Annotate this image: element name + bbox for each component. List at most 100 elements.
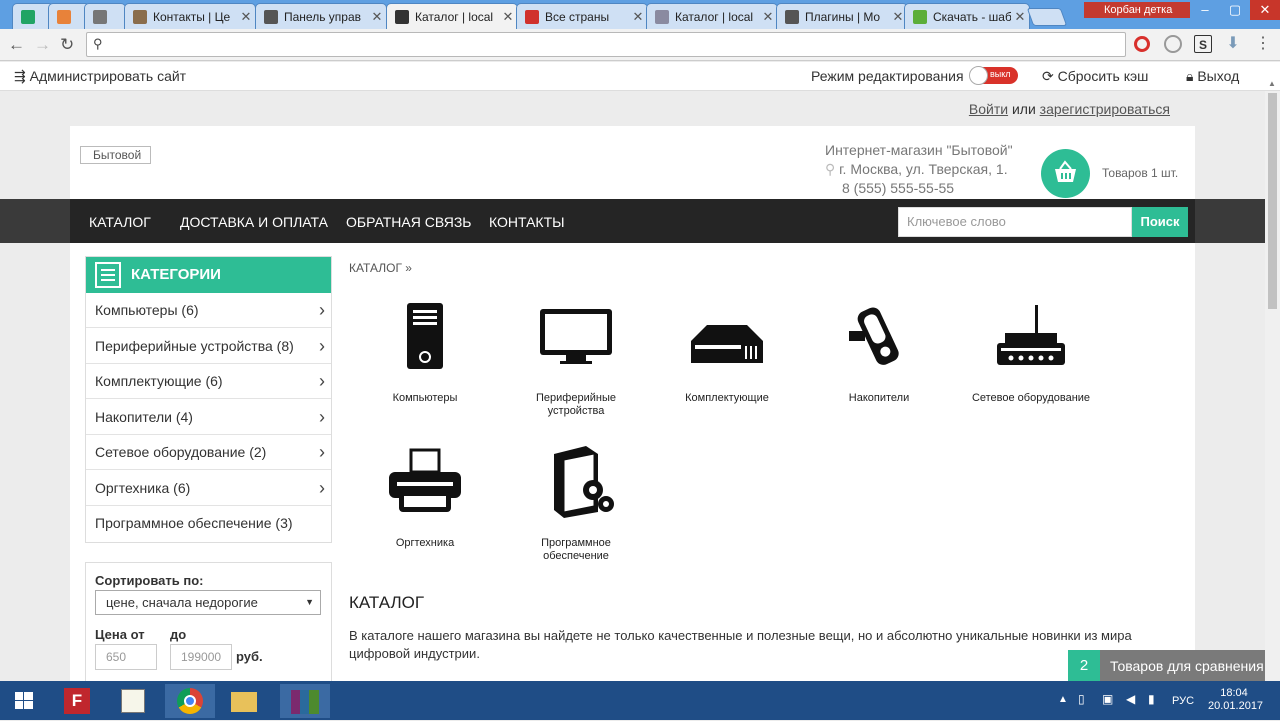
category-network[interactable]: Сетевое оборудование (2) › [86, 435, 331, 470]
clock[interactable]: 18:04 20.01.2017 [1208, 687, 1263, 713]
maximize-button[interactable]: ▢ [1220, 0, 1250, 20]
catalog-tile-peripherals[interactable]: Периферийные устройства [516, 293, 636, 418]
chrome-icon[interactable] [165, 684, 215, 718]
close-window-button[interactable]: ✕ [1250, 0, 1280, 20]
scrollbar-thumb[interactable] [1268, 93, 1277, 309]
catalog-tile-computers[interactable]: Компьютеры [365, 293, 485, 405]
price-to-input[interactable]: 199000 [170, 644, 232, 670]
pdf-icon [525, 9, 539, 24]
shop-address: г. Москва, ул. Тверская, 1. [839, 161, 1008, 177]
forward-icon[interactable]: → [34, 35, 51, 55]
s-extension-icon[interactable]: S [1194, 35, 1212, 53]
page-scrollbar[interactable]: ▲ [1265, 79, 1280, 681]
language-indicator[interactable]: РУС [1172, 695, 1194, 707]
scroll-up-icon[interactable]: ▲ [1268, 79, 1276, 88]
computer-tower-icon [407, 303, 443, 369]
chevron-right-icon: › [319, 442, 325, 462]
nav-delivery[interactable]: ДОСТАВКА И ОПЛАТА [180, 214, 328, 230]
tab-plugins[interactable]: Плагины | Mo ✕ [776, 3, 908, 29]
page-icon [133, 9, 147, 24]
tab-contacts[interactable]: Контакты | Це ✕ [124, 3, 256, 29]
catalog-tile-office[interactable]: Оргтехника [365, 438, 485, 550]
network-icon[interactable]: ▮ [1148, 692, 1155, 706]
new-tab-button[interactable] [1026, 8, 1068, 26]
elephant-icon [264, 9, 278, 24]
catalog-tile-software[interactable]: Программное обеспечение [516, 438, 636, 563]
address-bar[interactable]: ⚲ [86, 32, 1126, 57]
tab-catalog-active[interactable]: Каталог | local ✕ [386, 3, 518, 29]
clear-cache-button[interactable]: ⟳ Сбросить кэш [1042, 68, 1148, 85]
nav-contacts[interactable]: КОНТАКТЫ [489, 214, 565, 230]
price-from-label: Цена от [95, 627, 145, 642]
cat-icon [655, 9, 669, 24]
category-peripherals[interactable]: Периферийные устройства (8) › [86, 329, 331, 364]
logout-button[interactable]: 🔒︎ Выход [1186, 68, 1239, 85]
close-icon[interactable]: ✕ [1011, 9, 1029, 25]
explorer-folder-icon[interactable] [220, 684, 270, 718]
category-components[interactable]: Комплектующие (6) › [86, 364, 331, 399]
winrar-icon[interactable] [280, 684, 330, 718]
compare-panel[interactable]: 2 Товаров для сравнения [1068, 650, 1265, 682]
shop-phone: 8 (555) 555-55-55 [842, 180, 955, 196]
close-icon[interactable]: ✕ [629, 9, 647, 25]
menu-icon[interactable]: ⋮ [1254, 35, 1272, 53]
tab-panel[interactable]: Панель управ ✕ [255, 3, 387, 29]
tray-app-icon[interactable]: ▣ [1102, 692, 1113, 706]
close-icon[interactable]: ✕ [368, 9, 386, 25]
filezilla-icon[interactable]: F [55, 684, 105, 718]
shop-info: Интернет-магазин "Бытовой" ⚲ г. Москва, … [825, 141, 1013, 198]
categories-header: КАТЕГОРИИ [86, 257, 331, 293]
category-office[interactable]: Оргтехника (6) › [86, 471, 331, 506]
category-software[interactable]: Программное обеспечение (3) [86, 506, 331, 541]
login-link[interactable]: Войти [969, 101, 1008, 117]
download-icon[interactable]: ⬇ [1224, 35, 1242, 53]
catalog-tile-network[interactable]: Сетевое оборудование [971, 293, 1091, 405]
windows-start-icon[interactable] [0, 684, 48, 718]
nav-catalog[interactable]: КАТАЛОГ [89, 214, 151, 230]
edit-mode-label: Режим редактирования [811, 68, 964, 84]
tab-catalog-2[interactable]: Каталог | local ✕ [646, 3, 778, 29]
tab-sync[interactable] [84, 3, 126, 29]
caret-down-icon: ▼ [305, 597, 314, 607]
sync-icon [93, 9, 107, 24]
edit-mode-toggle[interactable]: выкл [969, 66, 1018, 85]
sort-select[interactable]: цене, сначала недорогие ▼ [95, 590, 321, 615]
breadcrumb[interactable]: КАТАЛОГ » [349, 261, 412, 275]
nav-feedback[interactable]: ОБРАТНАЯ СВЯЗЬ [346, 214, 471, 230]
battery-icon[interactable]: ▯ [1078, 692, 1085, 706]
category-computers[interactable]: Компьютеры (6) › [86, 293, 331, 328]
reload-icon[interactable]: ↻ [60, 35, 74, 55]
register-link[interactable]: зарегистрироваться [1040, 101, 1170, 117]
tray-expand-icon[interactable]: ▲ [1058, 694, 1068, 705]
admin-site-link[interactable]: ⇶ Администрировать сайт [14, 68, 186, 85]
cart-button[interactable] [1041, 149, 1090, 198]
category-storage[interactable]: Накопители (4) › [86, 400, 331, 435]
compare-count: 2 [1068, 650, 1100, 682]
elephant-icon [785, 9, 799, 24]
back-icon[interactable]: ← [8, 35, 25, 55]
minimize-button[interactable]: – [1190, 0, 1220, 20]
search-input[interactable]: Ключевое слово [898, 207, 1132, 237]
browser-toolbar: ← → ↻ ⚲ S ⬇ ⋮ [0, 29, 1280, 61]
tab-download[interactable]: Скачать - шаб ✕ [904, 3, 1030, 29]
record-icon[interactable] [1164, 35, 1182, 53]
price-from-input[interactable]: 650 [95, 644, 157, 670]
close-icon[interactable]: ✕ [237, 9, 255, 25]
tab-countries[interactable]: Все страны ✕ [516, 3, 648, 29]
catalog-description: В каталоге нашего магазина вы найдете не… [349, 628, 1132, 661]
profile-button[interactable]: Корбан детка [1084, 2, 1190, 18]
site-header: Бытовой Интернет-магазин "Бытовой" ⚲ г. … [70, 126, 1195, 199]
main-nav-inner: КАТАЛОГ ДОСТАВКА И ОПЛАТА ОБРАТНАЯ СВЯЗЬ… [70, 199, 1195, 243]
close-icon[interactable]: ✕ [499, 9, 517, 25]
usb-flash-icon [849, 307, 899, 365]
shop-name: Интернет-магазин "Бытовой" [825, 142, 1013, 158]
volume-icon[interactable]: ◀ [1126, 692, 1135, 706]
chevron-right-icon: › [319, 407, 325, 427]
catalog-tile-components[interactable]: Комплектующие [667, 293, 787, 405]
search-button[interactable]: Поиск [1132, 207, 1188, 237]
opera-icon[interactable] [1134, 36, 1150, 52]
chart-app-icon[interactable] [110, 684, 160, 718]
catalog-tile-storage[interactable]: Накопители [819, 293, 939, 405]
close-icon[interactable]: ✕ [759, 9, 777, 25]
site-logo[interactable]: Бытовой [80, 146, 151, 164]
